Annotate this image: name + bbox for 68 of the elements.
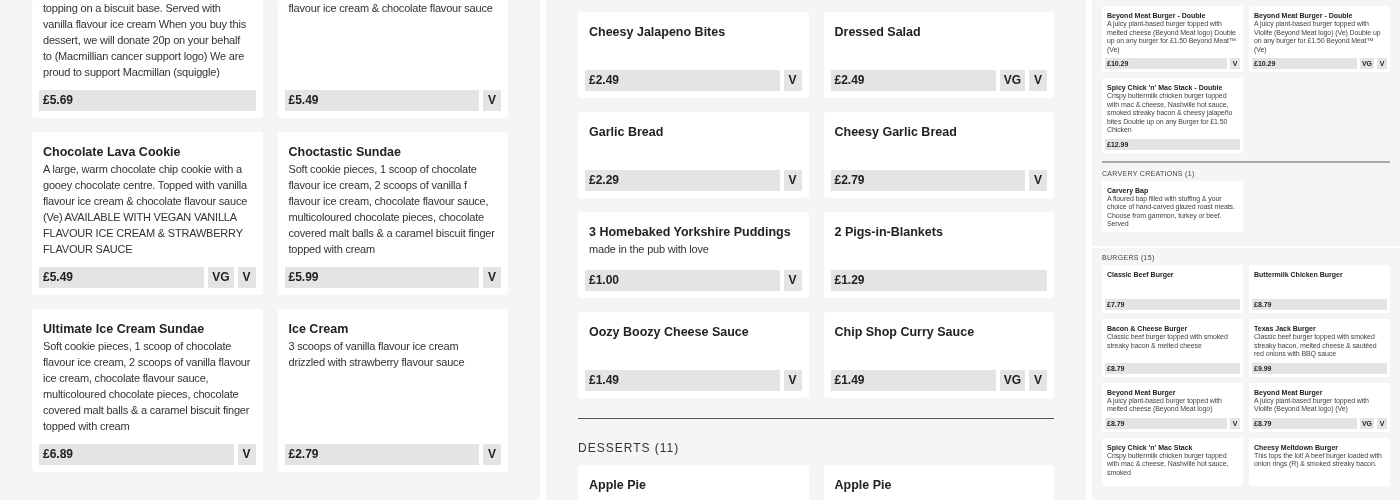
menu-card[interactable]: Ice Cream 3 scoops of vanilla flavour ice cream drizzled with strawberry flavour sauce £2.79 V xyxy=(277,309,508,472)
price-label: £2.49 xyxy=(585,70,780,91)
item-description: Soft cookie pieces, 1 scoop of chocolate flavour ice cream, 2 scoops of vanilla flavour ice cream, chocolate flavour sauce, multicoloured chocolate pieces, chocolate covered malt balls & a caramel biscuit finger topped with cream xyxy=(42,339,252,434)
menu-card[interactable]: 3 Homebaked Yorkshire Puddings made in the pub with love £1.00 V xyxy=(578,212,809,298)
item-title: Oozy Boozy Cheese Sauce xyxy=(588,324,750,341)
menu-card[interactable] xyxy=(32,309,263,472)
item-title: Choctastic Sundae xyxy=(287,144,403,161)
item-title: 3 Homebaked Yorkshire Puddings xyxy=(588,224,792,241)
item-title: Cheesy Garlic Bread xyxy=(833,124,958,141)
item-description: A large, warm chocolate chip cookie with a gooey chocolate centre. Topped with vanilla flavour ice cream & chocolate flavour sauce (Ve) AVAILABLE WITH VEGAN VANILLA FLAVOUR ICE CREAM & STRAWBERRY FLAVOUR SAUCE xyxy=(42,162,249,257)
item-description: flavour ice cream & chocolate flavour sauce xyxy=(287,1,494,16)
price-label: £5.49 xyxy=(284,90,479,111)
dietary-tag: V xyxy=(483,90,501,111)
price-label: £5.99 xyxy=(284,267,479,288)
menu-card[interactable]: 2 Pigs-in-Blankets £1.29 xyxy=(823,212,1054,298)
dietary-tag: V xyxy=(483,267,501,288)
dietary-tag: V xyxy=(483,444,501,465)
item-description: made in the pub with love xyxy=(588,242,710,257)
menu-card[interactable]: Dressed Salad £2.49 VG V xyxy=(823,12,1054,98)
price-label: £2.79 xyxy=(830,170,1025,191)
menu-card[interactable] xyxy=(1102,78,1243,153)
menu-card[interactable] xyxy=(32,132,263,295)
menu-card[interactable] xyxy=(32,0,263,118)
item-title: Ultimate Ice Cream Sundae xyxy=(42,321,206,338)
price-label: £1.00 xyxy=(585,270,780,291)
price-label: £1.29 xyxy=(830,270,1047,291)
menu-card[interactable]: Apple Pie xyxy=(823,465,1054,500)
dietary-tag: V xyxy=(1029,170,1047,191)
price-label: £1.49 xyxy=(830,370,996,391)
item-title: Chocolate Lava Cookie xyxy=(42,144,182,161)
dietary-tag: VG xyxy=(999,70,1025,91)
item-title: 2 Pigs-in-Blankets xyxy=(833,224,944,241)
item-title: Chip Shop Curry Sauce xyxy=(833,324,976,341)
dietary-tag: V xyxy=(237,444,256,465)
menu-card[interactable]: Cheesy Jalapeno Bites £2.49 V xyxy=(578,12,809,98)
item-title: Cheesy Jalapeno Bites xyxy=(588,24,727,41)
item-description: topping on a biscuit base. Served with vanilla flavour ice cream When you buy this dessert, we will donate 20p on your behalf to (Macmillian cancer support logo) We are proud to support Macmillan (squiggle) xyxy=(42,1,247,80)
item-description: Soft cookie pieces, 1 scoop of chocolate flavour ice cream, 2 scoops of vanilla f flavour ice cream, chocolate flavour sauce, multicoloured chocolate pieces, chocolate covered malt balls & a caramel biscuit finger topped with cream xyxy=(287,162,496,257)
dietary-tag: VG xyxy=(208,267,234,288)
dietary-tag: V xyxy=(1029,370,1047,391)
dietary-tag: V xyxy=(783,170,802,191)
menu-card[interactable]: Garlic Bread £2.29 V xyxy=(578,112,809,198)
price-label: £5.49 xyxy=(39,267,205,288)
menu-card[interactable]: Oozy Boozy Cheese Sauce £1.49 V xyxy=(578,312,809,398)
menu-card[interactable]: Chip Shop Curry Sauce £1.49 VG V xyxy=(823,312,1054,398)
price-label: £2.49 xyxy=(830,70,996,91)
menu-card[interactable] xyxy=(277,132,508,295)
price-label: £5.69 xyxy=(39,90,256,111)
item-title: Dressed Salad xyxy=(833,24,922,41)
item-description: 3 scoops of vanilla flavour ice cream drizzled with strawberry flavour sauce xyxy=(287,339,466,370)
dietary-tag: V xyxy=(783,370,802,391)
item-title: Apple Pie xyxy=(588,477,647,494)
menu-card[interactable]: Apple Pie xyxy=(578,465,809,500)
dietary-tag: VG xyxy=(999,370,1025,391)
section-heading: DESSERTS (11) xyxy=(578,440,681,457)
menu-card[interactable]: Cheesy Garlic Bread £2.79 V xyxy=(823,112,1054,198)
item-title: Ice Cream xyxy=(287,321,350,338)
price-label: £2.79 xyxy=(284,444,479,465)
dietary-tag: V xyxy=(1029,70,1047,91)
item-title: Apple Pie xyxy=(833,477,893,494)
price-label: £1.49 xyxy=(585,370,780,391)
dietary-tag: V xyxy=(783,70,802,91)
menu-card[interactable]: flavour ice cream & chocolate flavour sauce £5.49 V xyxy=(277,0,508,118)
price-label: £6.89 xyxy=(39,444,234,465)
price-label: £2.29 xyxy=(585,170,780,191)
dietary-tag: V xyxy=(237,267,256,288)
dietary-tag: V xyxy=(783,270,802,291)
item-title: Garlic Bread xyxy=(588,124,665,141)
